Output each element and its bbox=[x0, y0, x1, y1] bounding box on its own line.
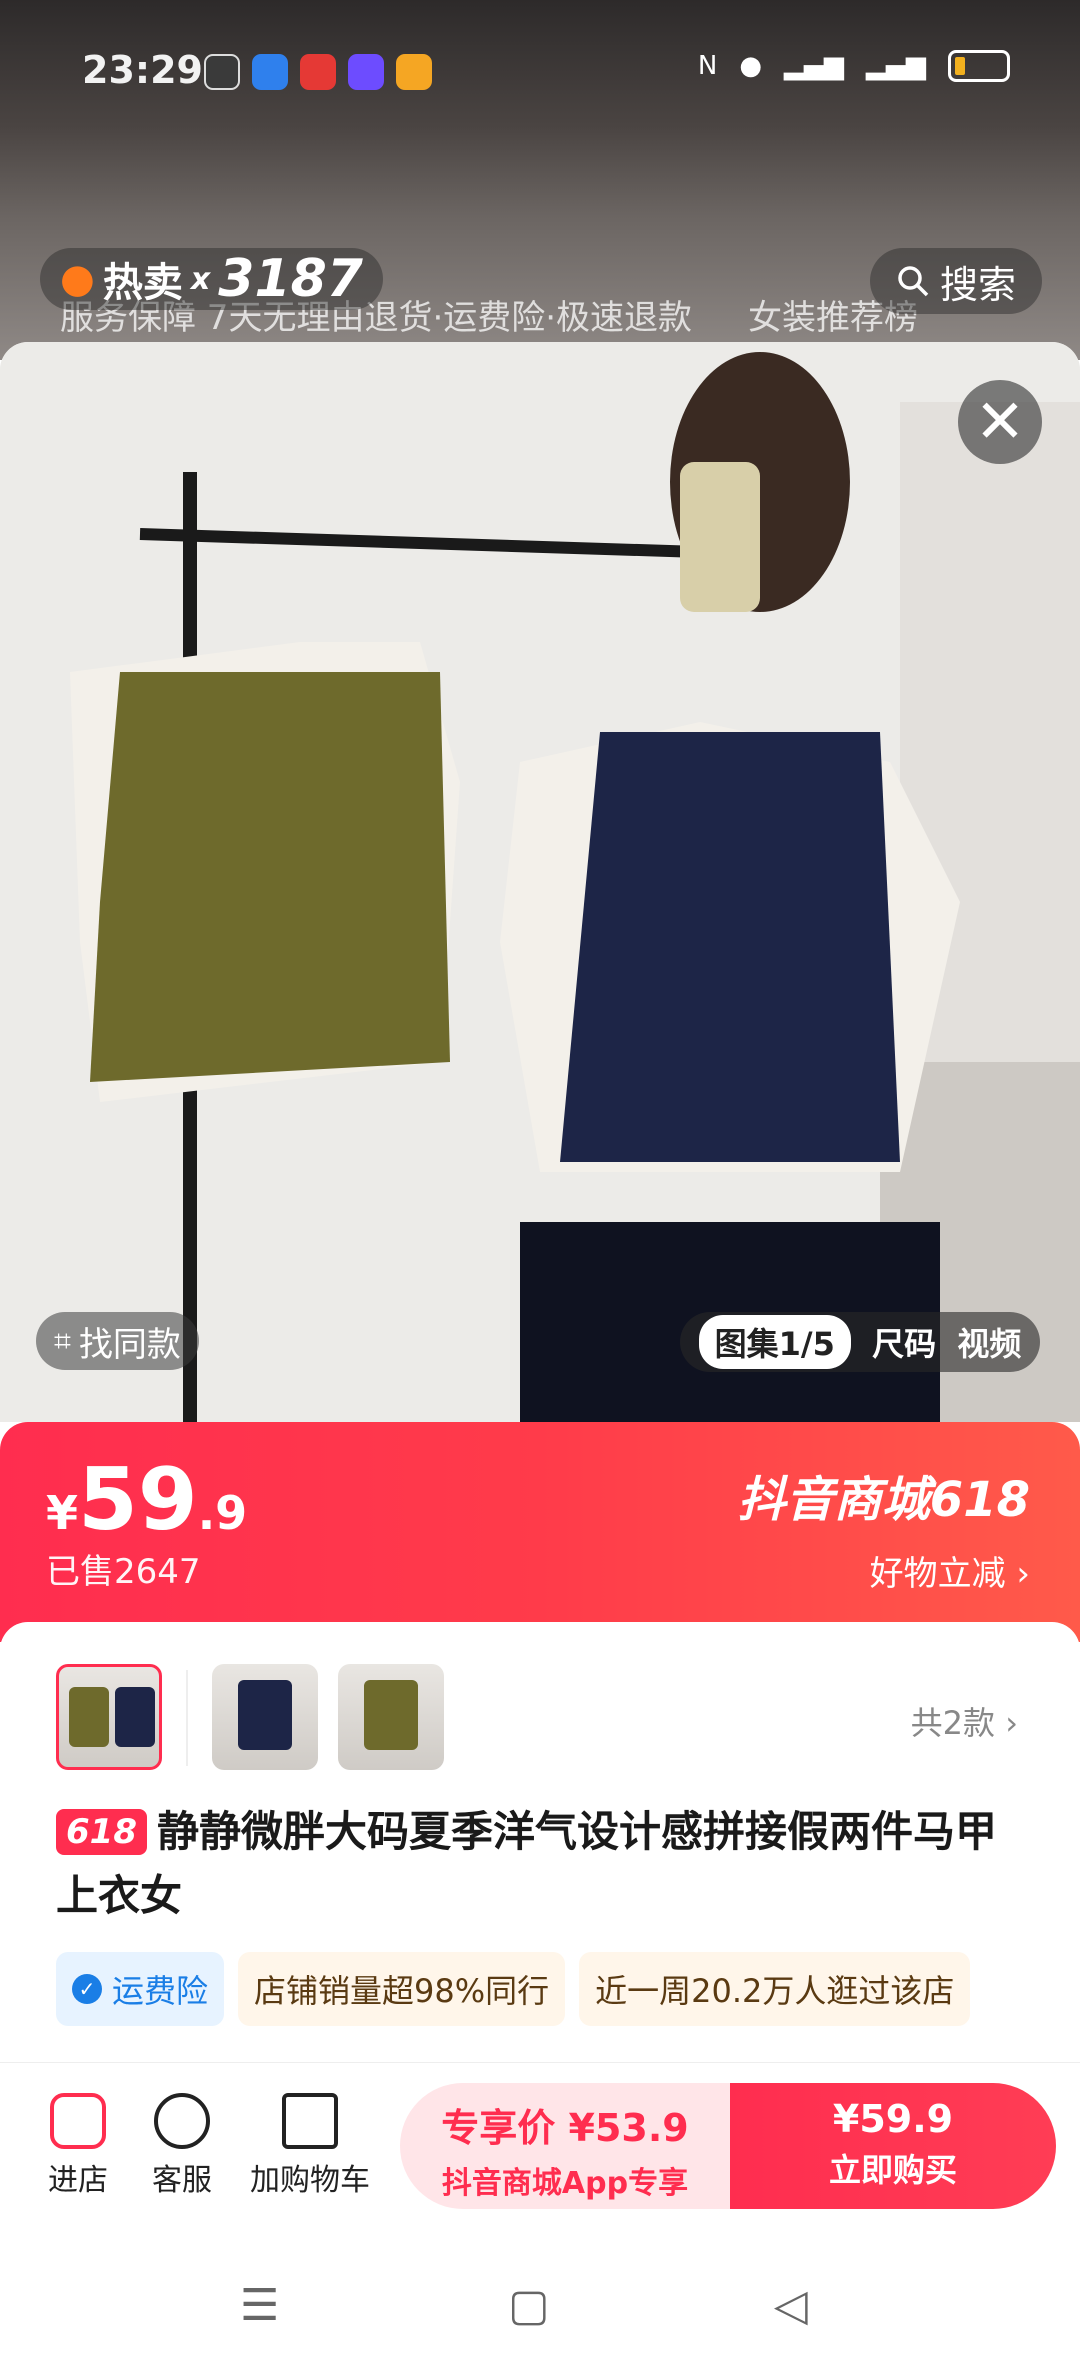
price-integer: 59 bbox=[78, 1450, 198, 1550]
nfc-icon: N bbox=[697, 51, 718, 81]
chip-store-sales[interactable]: 店铺销量超98%同行 bbox=[238, 1952, 566, 2026]
tab-video[interactable]: 视频 bbox=[957, 1319, 1021, 1365]
product-photo[interactable] bbox=[0, 342, 1080, 1422]
tab-size[interactable]: 尺码 bbox=[872, 1319, 936, 1365]
media-tabs: 图集1/5 尺码 视频 bbox=[680, 1312, 1040, 1372]
signal-icon: ▂▄▆ bbox=[784, 51, 844, 81]
cart-add-icon bbox=[282, 2093, 338, 2149]
thumb-navy-vest bbox=[115, 1687, 155, 1747]
close-icon: ✕ bbox=[974, 387, 1026, 457]
system-navigation-bar: ☰ ▢ ◁ bbox=[0, 2222, 1080, 2373]
price-decimal: .9 bbox=[197, 1486, 248, 1540]
bottom-action-bar: 进店 客服 加购物车 专享价 ¥53.9 抖音商城App专享 ¥59.9 立即购… bbox=[0, 2062, 1080, 2222]
thumb-olive-vest bbox=[364, 1680, 418, 1750]
camera-app-icon bbox=[348, 54, 384, 90]
product-title: 静静微胖大码夏季洋气设计感拼接假两件马甲上衣女 bbox=[56, 1807, 997, 1920]
chat-app-icon bbox=[204, 54, 240, 90]
app-icon bbox=[300, 54, 336, 90]
feature-chips: ✓ 运费险 店铺销量超98%同行 近一周20.2万人逛过该店 bbox=[56, 1952, 971, 2026]
menu-icon[interactable]: ☰ bbox=[240, 2280, 279, 2331]
close-button[interactable]: ✕ bbox=[958, 380, 1042, 464]
customer-service-label: 客服 bbox=[152, 2163, 212, 2198]
store-icon bbox=[50, 2093, 106, 2149]
app-exclusive-price-button[interactable]: 专享价 ¥53.9 抖音商城App专享 bbox=[400, 2083, 730, 2209]
hot-count: 3187 bbox=[218, 249, 363, 309]
store-label: 进店 bbox=[48, 2163, 108, 2198]
buy-now-button[interactable]: ¥59.9 立即购买 bbox=[730, 2083, 1056, 2209]
find-same-button[interactable]: ⌗ 找同款 bbox=[36, 1312, 199, 1370]
mall-promo-label: 抖音商城618 bbox=[737, 1472, 1030, 1528]
status-time: 23:29 bbox=[82, 48, 203, 92]
search-label: 搜索 bbox=[939, 262, 1016, 307]
signal-icon: ▂▄▆ bbox=[866, 51, 926, 81]
variants-total: 共2款 bbox=[910, 1704, 996, 1742]
buy-price: ¥59.9 bbox=[832, 2097, 954, 2141]
product-info-card: 共2款 › 618 静静微胖大码夏季洋气设计感拼接假两件马甲上衣女 ✓ 运费险 店… bbox=[0, 1622, 1080, 2062]
chevron-right-icon: › bbox=[1016, 1554, 1030, 1594]
variant-thumbnail[interactable] bbox=[56, 1664, 162, 1770]
product-title-block: 618 静静微胖大码夏季洋气设计感拼接假两件马甲上衣女 bbox=[56, 1800, 1036, 1928]
thumb-navy-vest bbox=[238, 1680, 292, 1750]
promo-618-tag: 618 bbox=[56, 1809, 147, 1855]
hot-sale-badge: ● 热卖 x 3187 bbox=[40, 248, 383, 310]
price: ¥59.9 bbox=[46, 1450, 247, 1550]
chip-label: 近一周20.2万人逛过该店 bbox=[595, 1972, 955, 2010]
product-illustration bbox=[0, 342, 1080, 1422]
weather-app-icon bbox=[396, 54, 432, 90]
buy-label: 立即购买 bbox=[828, 2151, 957, 2189]
hot-label: 热卖 bbox=[102, 260, 183, 306]
chip-store-visitors[interactable]: 近一周20.2万人逛过该店 bbox=[579, 1952, 971, 2026]
status-indicators: N ● ▂▄▆ ▂▄▆ bbox=[698, 50, 1010, 82]
search-button[interactable]: 搜索 bbox=[870, 248, 1042, 314]
shield-check-icon: ✓ bbox=[72, 1974, 102, 2004]
back-icon[interactable]: ◁ bbox=[774, 2280, 808, 2331]
sold-count: 已售2647 bbox=[46, 1552, 201, 1592]
variant-thumbnail[interactable] bbox=[212, 1664, 318, 1770]
currency-symbol: ¥ bbox=[46, 1486, 79, 1540]
search-icon bbox=[898, 266, 929, 297]
scan-icon: ⌗ bbox=[54, 1323, 71, 1359]
chip-label: 店铺销量超98%同行 bbox=[254, 1972, 550, 2010]
chat-bubble-icon bbox=[154, 2093, 210, 2149]
chip-label: 运费险 bbox=[112, 1972, 209, 2010]
chevron-right-icon: › bbox=[1005, 1704, 1018, 1742]
thumb-olive-vest bbox=[69, 1687, 109, 1747]
add-to-cart-button[interactable]: 加购物车 bbox=[250, 2093, 370, 2199]
add-to-cart-label: 加购物车 bbox=[250, 2163, 370, 2198]
location-icon: ● bbox=[739, 51, 762, 81]
chip-shipping-insurance[interactable]: ✓ 运费险 bbox=[56, 1952, 225, 2026]
status-bar: 23:29 N ● ▂▄▆ ▂▄▆ bbox=[0, 40, 1080, 110]
exclusive-sub: 抖音商城App专享 bbox=[441, 2166, 689, 2201]
divider bbox=[186, 1670, 188, 1766]
store-button[interactable]: 进店 bbox=[46, 2093, 110, 2199]
discount-link[interactable]: 好物立减 › bbox=[870, 1546, 1030, 1595]
hot-count-prefix: x bbox=[190, 261, 211, 297]
flame-icon: ● bbox=[60, 256, 95, 302]
discount-label: 好物立减 bbox=[869, 1554, 1006, 1594]
app-icon bbox=[252, 54, 288, 90]
battery-icon bbox=[948, 50, 1010, 82]
variant-thumbnail[interactable] bbox=[338, 1664, 444, 1770]
customer-service-button[interactable]: 客服 bbox=[150, 2093, 214, 2199]
variants-total-link[interactable]: 共2款 › bbox=[911, 1698, 1018, 1744]
tab-gallery[interactable]: 图集1/5 bbox=[698, 1315, 851, 1369]
home-icon[interactable]: ▢ bbox=[508, 2280, 550, 2331]
exclusive-price: 专享价 ¥53.9 bbox=[441, 2106, 689, 2150]
price-banner: ¥59.9 已售2647 抖音商城618 好物立减 › bbox=[0, 1422, 1080, 1642]
find-same-label: 找同款 bbox=[78, 1324, 181, 1365]
